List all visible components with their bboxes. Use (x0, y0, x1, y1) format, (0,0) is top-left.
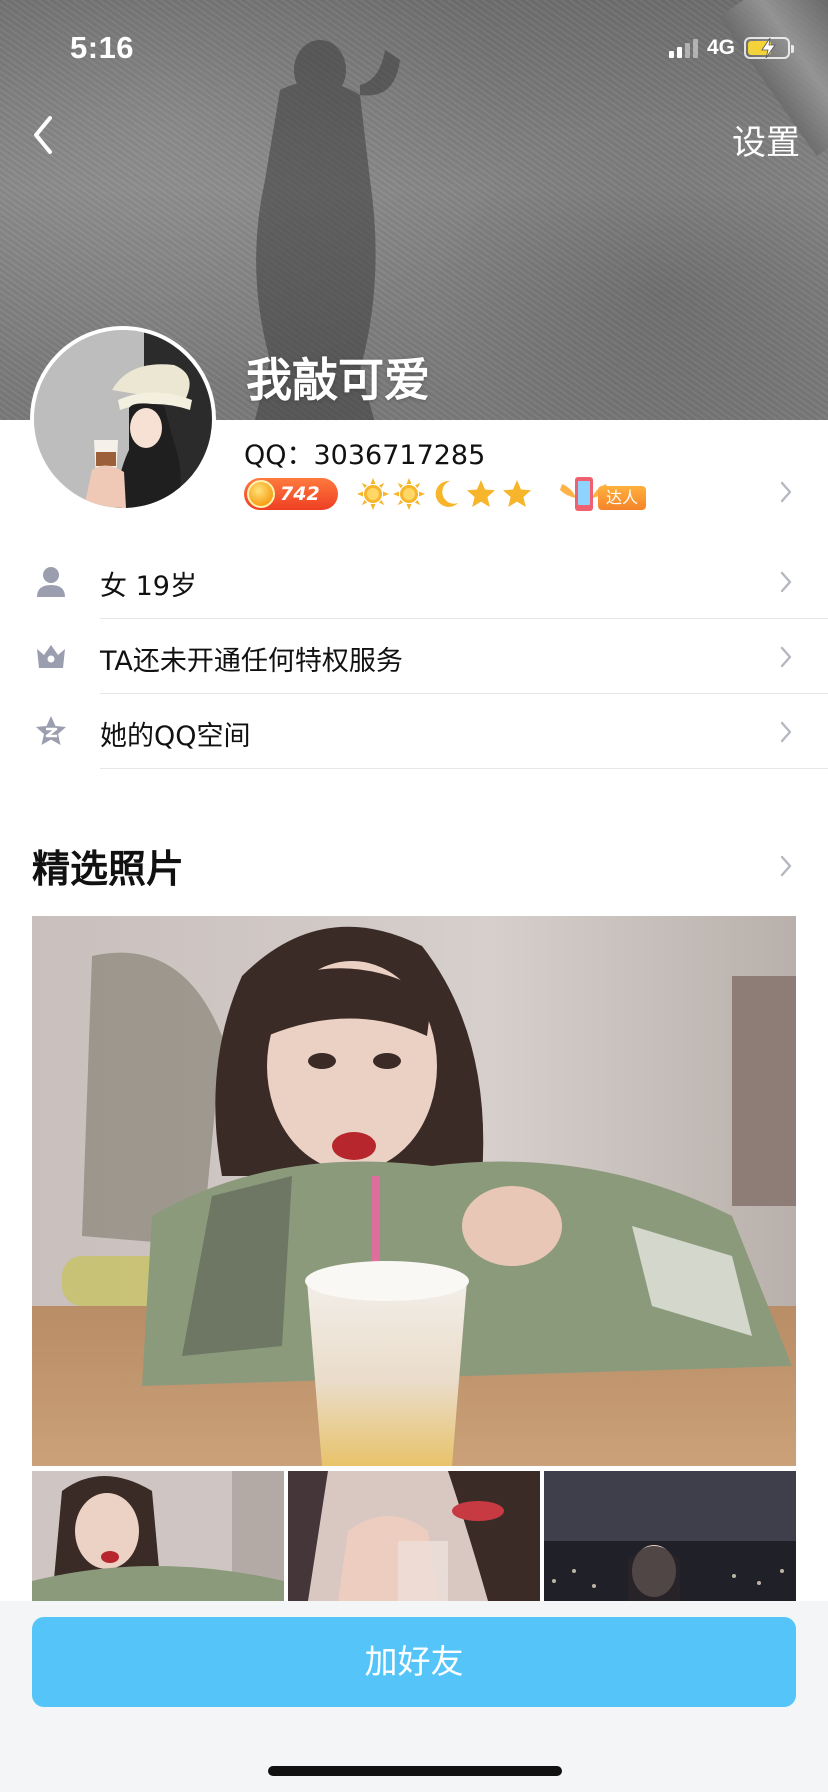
divider (100, 768, 828, 769)
level-points: 742 (280, 483, 320, 505)
battery-icon (744, 37, 794, 59)
info-row-label: 女 19岁 (100, 571, 197, 602)
network-label: 4G (706, 36, 735, 59)
featured-photo-thumb[interactable] (544, 1471, 796, 1601)
info-row-privileges[interactable]: TA还未开通任何特权服务 (0, 619, 828, 694)
level-icons (356, 477, 534, 511)
featured-photo-thumb[interactable] (32, 1471, 284, 1601)
info-row-label: TA还未开通任何特权服务 (100, 646, 403, 677)
info-row-gender-age[interactable]: 女 19岁 (0, 544, 828, 619)
level-points-badge: 742 (244, 478, 338, 510)
chevron-right-icon (780, 646, 792, 668)
featured-photo-thumb[interactable] (288, 1471, 540, 1601)
avatar[interactable] (30, 326, 216, 512)
photo-image (32, 1471, 284, 1601)
status-indicators: 4G (668, 36, 794, 60)
daren-badge: 达人 (558, 474, 654, 514)
daren-label: 达人 (598, 486, 647, 510)
add-friend-button[interactable]: 加好友 (32, 1617, 796, 1707)
qzone-star-icon (36, 716, 66, 745)
sun-icon (357, 478, 389, 510)
chevron-right-icon (780, 571, 792, 593)
profile-nickname: 我敲可爱 (246, 353, 430, 407)
back-button[interactable] (28, 112, 58, 158)
photo-image (288, 1471, 540, 1601)
home-indicator (268, 1766, 562, 1776)
chevron-right-icon (780, 481, 792, 503)
sun-icon (393, 478, 425, 510)
photo-image (32, 916, 796, 1466)
chevron-right-icon (780, 721, 792, 743)
crown-icon (37, 645, 65, 668)
section-title-photos[interactable]: 精选照片 (32, 838, 184, 893)
person-icon (37, 567, 65, 597)
moon-icon (435, 480, 458, 507)
status-time: 5:16 (70, 30, 135, 65)
star-icon (503, 480, 531, 507)
qq-number: QQ：3036717285 (244, 440, 486, 471)
featured-photo-main[interactable] (32, 916, 796, 1466)
level-row[interactable]: 742 达人 (244, 474, 804, 514)
photo-image (544, 1471, 796, 1601)
signal-icon (668, 38, 698, 58)
info-row-qzone[interactable]: 她的QQ空间 (0, 694, 828, 769)
avatar-illustration (34, 330, 212, 508)
settings-button[interactable]: 设置 (732, 115, 800, 164)
star-icon (467, 480, 495, 507)
chevron-right-icon[interactable] (779, 854, 793, 878)
info-list: 女 19岁 TA还未开通任何特权服务 她的QQ空间 (0, 544, 828, 769)
info-row-label: 她的QQ空间 (100, 721, 251, 752)
coin-icon (247, 480, 275, 508)
